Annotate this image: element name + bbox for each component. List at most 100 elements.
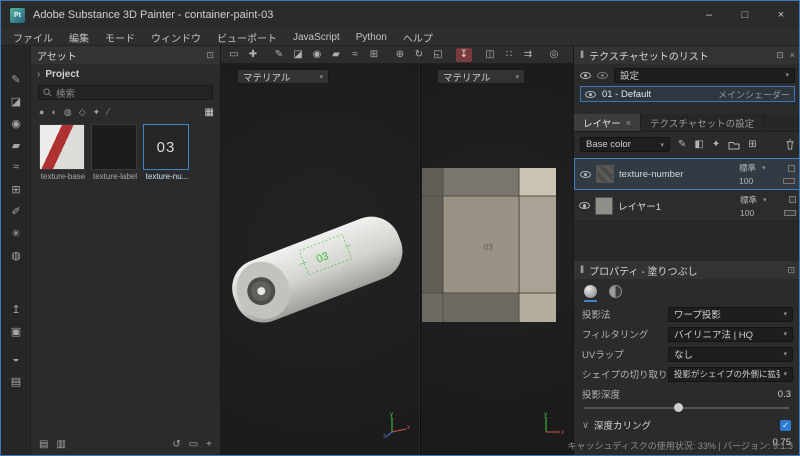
layer-visibility-eye-icon[interactable] <box>580 171 591 178</box>
trash-icon[interactable] <box>785 139 795 150</box>
channel-preview-square[interactable] <box>788 165 795 172</box>
menu-mode[interactable]: モード <box>97 30 143 45</box>
projection-mode-icon[interactable]: ↧ <box>456 48 472 62</box>
visibility-eye-icon[interactable] <box>585 91 596 98</box>
tab-close-icon[interactable]: × <box>626 118 631 128</box>
asset-thumbnail[interactable]: 03 <box>143 124 189 170</box>
move-icon[interactable]: ⊕ <box>392 48 408 62</box>
grid-view-icon[interactable]: ▦ <box>205 107 214 118</box>
menu-window[interactable]: ウィンドウ <box>143 30 209 45</box>
projection-depth-value[interactable]: 0.3 <box>778 389 791 400</box>
layer-row-texture-number[interactable]: texture-number 標準 ▾ 100 <box>574 158 800 190</box>
rotate-icon[interactable]: ↻ <box>411 48 427 62</box>
3d-viewport[interactable]: マテリアル ▾ 03 <box>221 64 419 455</box>
visibility-eye-icon[interactable] <box>580 72 591 79</box>
shelf-settings-icon[interactable]: ▤ <box>8 373 24 389</box>
opacity-slider[interactable] <box>784 210 796 216</box>
refresh-icon[interactable]: ↺ <box>172 439 180 450</box>
title-bar[interactable]: Pt Adobe Substance 3D Painter - containe… <box>1 1 799 29</box>
selection-tool-icon[interactable]: ▭ <box>226 48 242 62</box>
filter-all-icon[interactable]: ● <box>39 107 44 117</box>
close-panel-icon[interactable]: × <box>790 50 795 61</box>
filter-smart-materials-icon[interactable]: ◍ <box>64 107 72 118</box>
layer-thumbnail[interactable] <box>596 165 614 183</box>
menu-viewport[interactable]: ビューポート <box>209 30 285 45</box>
slider-thumb[interactable] <box>674 403 683 412</box>
shape-crop-dropdown[interactable]: 投影がシェイプの外側に拡張 ▾ <box>668 367 793 382</box>
add-asset-icon[interactable]: + <box>206 439 212 450</box>
layer-opacity-value[interactable]: 100 <box>739 176 753 186</box>
asset-item-texture-number[interactable]: 03 texture-nu... <box>143 124 191 181</box>
layer-visibility-eye-icon[interactable] <box>579 202 590 209</box>
depth-culling-checkbox[interactable]: ✓ <box>780 420 791 431</box>
material-mode-dropdown-3d[interactable]: マテリアル ▾ <box>237 69 329 84</box>
eraser-tool-icon[interactable]: ◪ <box>8 93 24 109</box>
asset-thumbnail[interactable] <box>91 124 137 170</box>
projection-depth-slider[interactable] <box>584 403 789 412</box>
slider-track[interactable] <box>584 407 789 409</box>
menu-python[interactable]: Python <box>348 32 395 43</box>
asset-item-texture-label[interactable]: texture-label <box>91 124 139 181</box>
layer-opacity-value[interactable]: 100 <box>740 208 754 218</box>
tab-layers[interactable]: レイヤー × <box>574 114 641 131</box>
add-effect-icon[interactable]: ✎ <box>678 139 686 150</box>
asset-item-texture-base[interactable]: texture-base <box>39 124 87 181</box>
particles-tool-icon[interactable]: ✳ <box>8 225 24 241</box>
dock-icon[interactable]: ⊡ <box>776 50 784 61</box>
paint-tool-icon[interactable]: ✎ <box>8 71 24 87</box>
channel-dropdown[interactable]: Base color ▾ <box>580 137 670 152</box>
filter-smart-masks-icon[interactable]: ◇ <box>79 107 86 118</box>
panel-handle-icon[interactable]: ‖ <box>580 50 584 61</box>
shader-label[interactable]: メインシェーダー <box>718 88 790 101</box>
expand-icon[interactable]: ∨ <box>582 420 589 431</box>
filter-filters-icon[interactable]: ✦ <box>93 107 101 118</box>
smudge-icon[interactable]: ≈ <box>347 48 363 62</box>
mask-mode-icon[interactable] <box>609 285 622 298</box>
asset-thumbnail[interactable] <box>39 124 85 170</box>
channel-preview-square[interactable] <box>789 196 796 203</box>
filter-materials-icon[interactable]: ◐ <box>51 107 56 117</box>
clone-stamp-icon[interactable]: ⊞ <box>366 48 382 62</box>
symmetry-icon[interactable]: ◫ <box>482 48 498 62</box>
project-tree-item[interactable]: › Project <box>37 67 214 82</box>
blend-mode-dropdown[interactable]: 標準 <box>739 162 756 174</box>
material-mode-icon[interactable] <box>584 285 597 298</box>
manipulator-tool-icon[interactable]: ✚ <box>245 48 261 62</box>
add-filter-icon[interactable]: ✦ <box>712 139 720 150</box>
layer-row-layer1[interactable]: レイヤー1 標準 ▾ 100 <box>574 190 800 222</box>
layer-thumbnail[interactable] <box>595 197 613 215</box>
snap-icon[interactable]: ∷ <box>501 48 517 62</box>
mask-editor-tool-icon[interactable]: ◍ <box>8 247 24 263</box>
2d-viewport[interactable]: マテリアル ▾ 03 y x <box>420 64 573 455</box>
3d-container-object[interactable]: 03 <box>221 104 419 444</box>
projection-tool-icon[interactable]: ◉ <box>8 115 24 131</box>
menu-javascript[interactable]: JavaScript <box>285 32 348 43</box>
eraser-icon[interactable]: ◪ <box>290 48 306 62</box>
search-input[interactable]: 検索 <box>38 85 213 100</box>
clone-tool-icon[interactable]: ⊞ <box>8 181 24 197</box>
paint-brush-icon[interactable]: ✎ <box>271 48 287 62</box>
maximize-button[interactable]: □ <box>727 1 763 29</box>
uv-wrap-dropdown[interactable]: なし ▾ <box>668 347 793 362</box>
projection-method-dropdown[interactable]: ワープ投影 ▾ <box>668 307 793 322</box>
new-resource-icon[interactable]: ▭ <box>189 439 198 450</box>
opacity-slider[interactable] <box>783 178 795 184</box>
add-folder-icon[interactable] <box>728 140 740 150</box>
smudge-tool-icon[interactable]: ≈ <box>8 159 24 175</box>
close-button[interactable]: × <box>763 1 799 29</box>
display-settings-icon[interactable]: ◒ <box>8 351 24 367</box>
polygon-fill-icon[interactable]: ▰ <box>328 48 344 62</box>
polygon-fill-tool-icon[interactable]: ▰ <box>8 137 24 153</box>
export-icon[interactable]: ↥ <box>8 301 24 317</box>
filtering-dropdown[interactable]: バイリニア法 | HQ ▾ <box>668 327 793 342</box>
list-view-icon[interactable]: ▤ <box>39 439 48 450</box>
uv-texture-view[interactable]: 03 <box>422 168 556 322</box>
add-layer-icon[interactable]: ⊞ <box>748 139 756 150</box>
dock-icon[interactable]: ⊡ <box>787 265 795 276</box>
projection-icon[interactable]: ◉ <box>309 48 325 62</box>
baking-icon[interactable]: ▣ <box>8 323 24 339</box>
minimize-button[interactable]: – <box>691 1 727 29</box>
dock-icon[interactable]: ⊡ <box>206 50 214 61</box>
panel-handle-icon[interactable]: ‖ <box>580 265 584 276</box>
texture-set-row-default[interactable]: 01 - Default メインシェーダー <box>580 86 795 102</box>
